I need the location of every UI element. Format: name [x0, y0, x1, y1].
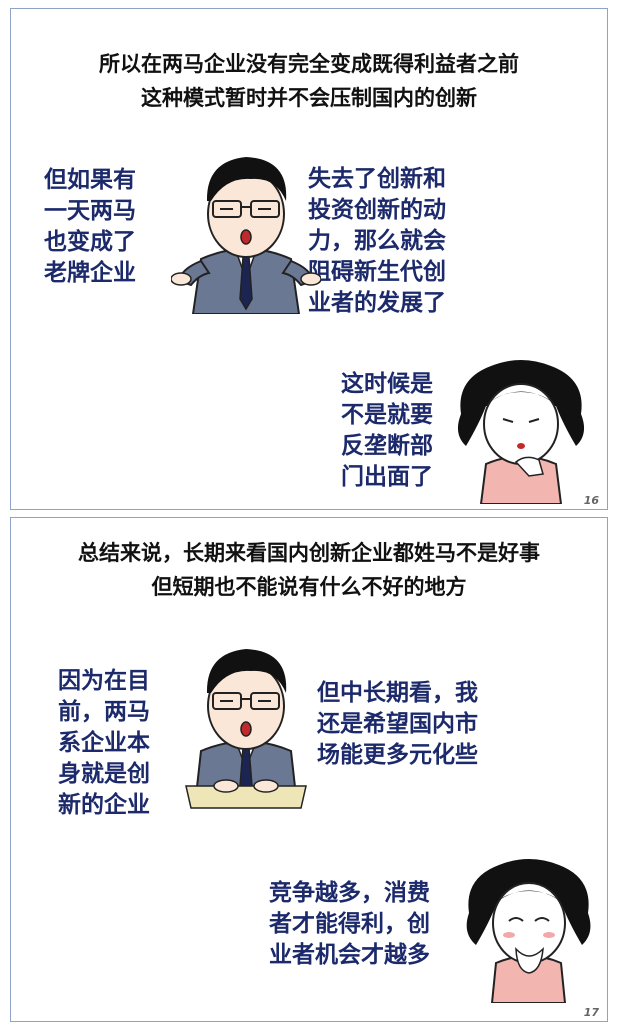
- woman-speech: 竞争越多，消费 者才能得利，创 业者机会才越多: [269, 878, 430, 971]
- speech-line: 也变成了: [44, 229, 136, 255]
- man-speech-left: 因为在目 前，两马 系企业本 身就是创 新的企业: [58, 666, 150, 821]
- man-speech-right: 失去了创新和 投资创新的动 力，那么就会 阻碍新生代创 业者的发展了: [308, 164, 446, 319]
- speech-line: 新的企业: [58, 792, 150, 818]
- businessman-at-desk-illustration: [185, 649, 307, 809]
- speech-line: 业者机会才越多: [269, 942, 430, 968]
- panel-title: 总结来说，长期来看国内创新企业都姓马不是好事 但短期也不能说有什么不好的地方: [11, 536, 607, 604]
- speech-line: 反垄断部: [341, 433, 433, 459]
- title-line: 所以在两马企业没有完全变成既得利益者之前: [99, 52, 519, 76]
- speech-line: 场能更多元化些: [317, 742, 478, 768]
- speech-line: 这时候是: [341, 371, 433, 397]
- speech-line: 一天两马: [44, 198, 136, 224]
- speech-line: 失去了创新和: [308, 166, 446, 192]
- woman-speech: 这时候是 不是就要 反垄断部 门出面了: [341, 369, 433, 493]
- businessman-shrugging-illustration: [171, 157, 321, 314]
- page-number: 16: [583, 494, 599, 507]
- speech-line: 阻碍新生代创: [308, 259, 446, 285]
- title-line: 但短期也不能说有什么不好的地方: [151, 575, 467, 599]
- speech-line: 前，两马: [58, 699, 150, 725]
- speech-line: 身就是创: [58, 761, 150, 787]
- speech-line: 还是希望国内市: [317, 711, 478, 737]
- title-line: 总结来说，长期来看国内创新企业都姓马不是好事: [78, 541, 540, 565]
- comic-panel-16: 所以在两马企业没有完全变成既得利益者之前 这种模式暂时并不会压制国内的创新 但如…: [10, 8, 608, 510]
- speech-line: 门出面了: [341, 464, 433, 490]
- man-speech-left: 但如果有 一天两马 也变成了 老牌企业: [44, 165, 136, 289]
- speech-line: 系企业本: [58, 730, 150, 756]
- speech-line: 不是就要: [341, 402, 433, 428]
- man-speech-right: 但中长期看，我 还是希望国内市 场能更多元化些: [317, 678, 478, 771]
- panel-title: 所以在两马企业没有完全变成既得利益者之前 这种模式暂时并不会压制国内的创新: [11, 47, 607, 115]
- speech-line: 者才能得利，创: [269, 911, 430, 937]
- speech-line: 因为在目: [58, 668, 150, 694]
- speech-line: 业者的发展了: [308, 290, 446, 316]
- page-number: 17: [583, 1006, 599, 1019]
- speech-line: 投资创新的动: [308, 197, 446, 223]
- comic-panel-17: 总结来说，长期来看国内创新企业都姓马不是好事 但短期也不能说有什么不好的地方 因…: [10, 517, 608, 1022]
- title-line: 这种模式暂时并不会压制国内的创新: [141, 86, 477, 110]
- speech-line: 竞争越多，消费: [269, 880, 430, 906]
- speech-line: 力，那么就会: [308, 228, 446, 254]
- speech-line: 但如果有: [44, 167, 136, 193]
- woman-smiling-illustration: [466, 859, 591, 1003]
- speech-line: 老牌企业: [44, 260, 136, 286]
- speech-line: 但中长期看，我: [317, 680, 478, 706]
- woman-thinking-illustration: [457, 360, 585, 504]
